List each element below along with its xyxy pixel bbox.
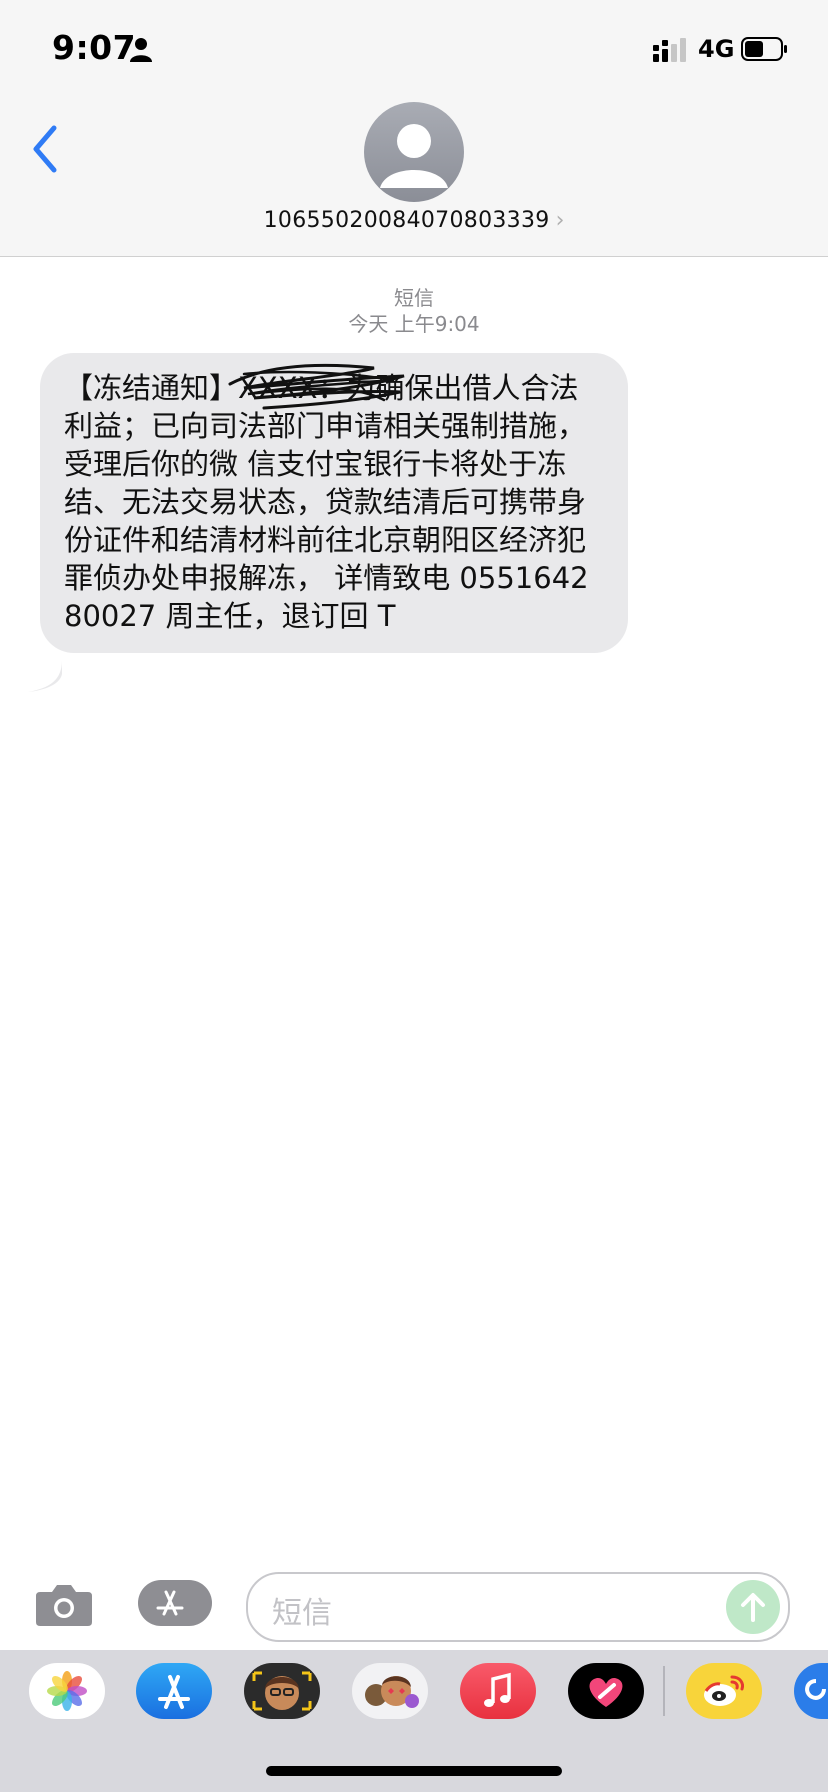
drawer-divider (663, 1666, 665, 1716)
app-store-button[interactable] (138, 1580, 212, 1626)
contact-chevron-icon: › (555, 208, 565, 233)
music-app-icon[interactable] (460, 1663, 536, 1719)
photos-app-icon[interactable] (29, 1663, 105, 1719)
message-bubble-tail (28, 660, 62, 692)
message-text: 【冻结通知】XXXX：为确保出借人合法利益；已向司法部门申请相关强制措施，受理后… (64, 371, 589, 633)
app-store-icon (156, 1590, 184, 1616)
battery-icon (741, 37, 787, 61)
thread-service-label: 短信 (394, 286, 434, 310)
send-button[interactable] (726, 1580, 780, 1634)
home-indicator[interactable] (266, 1766, 562, 1776)
weibo-app-icon[interactable] (686, 1663, 762, 1719)
memoji-app-icon[interactable] (244, 1663, 320, 1719)
camera-icon[interactable] (34, 1580, 94, 1628)
message-input-placeholder: 短信 (272, 1596, 332, 1631)
thread-timestamp: 今天 上午9:04 (348, 312, 480, 336)
app-drawer (0, 1650, 828, 1792)
signal-bars-icon (653, 38, 686, 62)
status-time: 9:07 (52, 28, 137, 67)
back-chevron-icon[interactable] (28, 124, 62, 174)
digital-touch-app-icon[interactable] (568, 1663, 644, 1719)
contact-avatar[interactable] (364, 102, 464, 202)
message-input[interactable]: 短信 (246, 1572, 790, 1642)
compose-bar: 短信 (0, 1560, 828, 1650)
contact-number: 10655020084070803339 (263, 208, 550, 233)
network-type-label: 4G (698, 35, 735, 63)
person-icon (130, 38, 152, 62)
navigation-header: 9:07 4G 10655020084070803339 › (0, 0, 828, 257)
app-store-app-icon[interactable] (136, 1663, 212, 1719)
contact-details-link[interactable]: 10655020084070803339 › (0, 208, 828, 233)
animoji-app-icon[interactable] (352, 1663, 428, 1719)
incoming-message-bubble[interactable]: 【冻结通知】XXXX：为确保出借人合法利益；已向司法部门申请相关强制措施，受理后… (40, 353, 628, 653)
arrow-up-icon (741, 1593, 765, 1622)
person-silhouette-icon (380, 124, 448, 188)
extra-app-icon[interactable] (794, 1663, 828, 1719)
